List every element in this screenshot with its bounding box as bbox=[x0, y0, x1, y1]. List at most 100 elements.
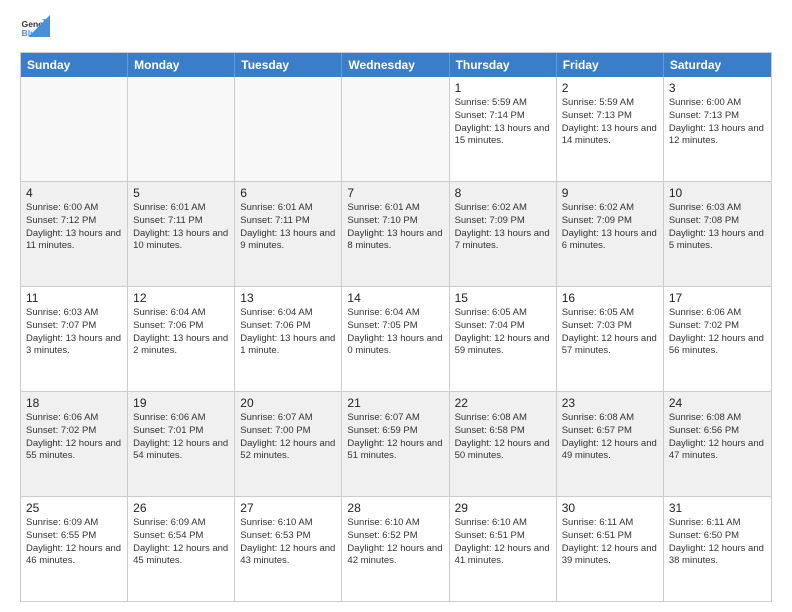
day-number: 6 bbox=[240, 186, 336, 200]
cal-day-16: 16 Sunrise: 6:05 AM Sunset: 7:03 PM Dayli… bbox=[557, 287, 664, 391]
day-number: 25 bbox=[26, 501, 122, 515]
logo-triangle-icon bbox=[28, 15, 50, 37]
day-info: Sunrise: 6:03 AM Sunset: 7:08 PM Dayligh… bbox=[669, 202, 766, 253]
day-info: Sunrise: 6:06 AM Sunset: 7:01 PM Dayligh… bbox=[133, 412, 229, 463]
day-info: Sunrise: 6:01 AM Sunset: 7:10 PM Dayligh… bbox=[347, 202, 443, 253]
cal-day-empty-0-1 bbox=[128, 77, 235, 181]
calendar-row-2: 11Sunrise: 6:03 AM Sunset: 7:07 PM Dayli… bbox=[21, 286, 771, 391]
cal-day-5: 5 Sunrise: 6:01 AM Sunset: 7:11 PM Daylig… bbox=[128, 182, 235, 286]
cal-day-8: 8 Sunrise: 6:02 AM Sunset: 7:09 PM Daylig… bbox=[450, 182, 557, 286]
day-number: 2 bbox=[562, 81, 658, 95]
day-info: Sunrise: 6:08 AM Sunset: 6:57 PM Dayligh… bbox=[562, 412, 658, 463]
weekday-header-thursday: Thursday bbox=[450, 53, 557, 77]
day-number: 16 bbox=[562, 291, 658, 305]
cal-day-19: 19Sunrise: 6:06 AM Sunset: 7:01 PM Dayli… bbox=[128, 392, 235, 496]
cal-day-10: 10 Sunrise: 6:03 AM Sunset: 7:08 PM Dayli… bbox=[664, 182, 771, 286]
cal-day-7: 7 Sunrise: 6:01 AM Sunset: 7:10 PM Daylig… bbox=[342, 182, 449, 286]
day-info: Sunrise: 6:01 AM Sunset: 7:11 PM Dayligh… bbox=[240, 202, 336, 253]
day-number: 10 bbox=[669, 186, 766, 200]
day-info: Sunrise: 6:11 AM Sunset: 6:50 PM Dayligh… bbox=[669, 517, 766, 568]
cal-day-13: 13 Sunrise: 6:04 AM Sunset: 7:06 PM Dayli… bbox=[235, 287, 342, 391]
logo: General Blue bbox=[20, 16, 50, 44]
calendar: SundayMondayTuesdayWednesdayThursdayFrid… bbox=[20, 52, 772, 602]
day-info: Sunrise: 6:10 AM Sunset: 6:53 PM Dayligh… bbox=[240, 517, 336, 568]
day-info: Sunrise: 6:00 AM Sunset: 7:12 PM Dayligh… bbox=[26, 202, 122, 253]
day-info: Sunrise: 6:08 AM Sunset: 6:56 PM Dayligh… bbox=[669, 412, 766, 463]
day-number: 17 bbox=[669, 291, 766, 305]
day-info: Sunrise: 6:05 AM Sunset: 7:04 PM Dayligh… bbox=[455, 307, 551, 358]
day-number: 14 bbox=[347, 291, 443, 305]
day-number: 20 bbox=[240, 396, 336, 410]
day-info: Sunrise: 6:04 AM Sunset: 7:06 PM Dayligh… bbox=[240, 307, 336, 358]
cal-day-12: 12 Sunrise: 6:04 AM Sunset: 7:06 PM Dayli… bbox=[128, 287, 235, 391]
weekday-header-friday: Friday bbox=[557, 53, 664, 77]
day-number: 21 bbox=[347, 396, 443, 410]
day-number: 12 bbox=[133, 291, 229, 305]
day-number: 1 bbox=[455, 81, 551, 95]
cal-day-empty-0-2 bbox=[235, 77, 342, 181]
calendar-row-3: 18Sunrise: 6:06 AM Sunset: 7:02 PM Dayli… bbox=[21, 391, 771, 496]
day-info: Sunrise: 6:02 AM Sunset: 7:09 PM Dayligh… bbox=[455, 202, 551, 253]
cal-day-4: 4 Sunrise: 6:00 AM Sunset: 7:12 PM Daylig… bbox=[21, 182, 128, 286]
calendar-header: SundayMondayTuesdayWednesdayThursdayFrid… bbox=[21, 53, 771, 77]
day-number: 30 bbox=[562, 501, 658, 515]
calendar-row-4: 25 Sunrise: 6:09 AM Sunset: 6:55 PM Dayli… bbox=[21, 496, 771, 601]
calendar-body: 1 Sunrise: 5:59 AM Sunset: 7:14 PM Daylig… bbox=[21, 77, 771, 601]
day-info: Sunrise: 6:07 AM Sunset: 6:59 PM Dayligh… bbox=[347, 412, 443, 463]
cal-day-24: 24 Sunrise: 6:08 AM Sunset: 6:56 PM Dayli… bbox=[664, 392, 771, 496]
cal-day-23: 23 Sunrise: 6:08 AM Sunset: 6:57 PM Dayli… bbox=[557, 392, 664, 496]
cal-day-1: 1 Sunrise: 5:59 AM Sunset: 7:14 PM Daylig… bbox=[450, 77, 557, 181]
day-info: Sunrise: 6:01 AM Sunset: 7:11 PM Dayligh… bbox=[133, 202, 229, 253]
day-info: Sunrise: 6:09 AM Sunset: 6:54 PM Dayligh… bbox=[133, 517, 229, 568]
cal-day-28: 28 Sunrise: 6:10 AM Sunset: 6:52 PM Dayli… bbox=[342, 497, 449, 601]
day-number: 29 bbox=[455, 501, 551, 515]
cal-day-25: 25 Sunrise: 6:09 AM Sunset: 6:55 PM Dayli… bbox=[21, 497, 128, 601]
day-number: 22 bbox=[455, 396, 551, 410]
cal-day-empty-0-3 bbox=[342, 77, 449, 181]
weekday-header-tuesday: Tuesday bbox=[235, 53, 342, 77]
cal-day-26: 26Sunrise: 6:09 AM Sunset: 6:54 PM Dayli… bbox=[128, 497, 235, 601]
weekday-header-monday: Monday bbox=[128, 53, 235, 77]
cal-day-14: 14Sunrise: 6:04 AM Sunset: 7:05 PM Dayli… bbox=[342, 287, 449, 391]
day-info: Sunrise: 6:06 AM Sunset: 7:02 PM Dayligh… bbox=[669, 307, 766, 358]
day-info: Sunrise: 5:59 AM Sunset: 7:13 PM Dayligh… bbox=[562, 97, 658, 148]
day-number: 4 bbox=[26, 186, 122, 200]
day-number: 7 bbox=[347, 186, 443, 200]
day-info: Sunrise: 6:10 AM Sunset: 6:52 PM Dayligh… bbox=[347, 517, 443, 568]
day-info: Sunrise: 6:02 AM Sunset: 7:09 PM Dayligh… bbox=[562, 202, 658, 253]
calendar-row-0: 1 Sunrise: 5:59 AM Sunset: 7:14 PM Daylig… bbox=[21, 77, 771, 181]
day-number: 3 bbox=[669, 81, 766, 95]
cal-day-empty-0-0 bbox=[21, 77, 128, 181]
day-info: Sunrise: 6:10 AM Sunset: 6:51 PM Dayligh… bbox=[455, 517, 551, 568]
header: General Blue bbox=[20, 16, 772, 44]
day-info: Sunrise: 5:59 AM Sunset: 7:14 PM Dayligh… bbox=[455, 97, 551, 148]
day-number: 28 bbox=[347, 501, 443, 515]
cal-day-17: 17 Sunrise: 6:06 AM Sunset: 7:02 PM Dayli… bbox=[664, 287, 771, 391]
day-info: Sunrise: 6:03 AM Sunset: 7:07 PM Dayligh… bbox=[26, 307, 122, 358]
calendar-row-1: 4 Sunrise: 6:00 AM Sunset: 7:12 PM Daylig… bbox=[21, 181, 771, 286]
day-number: 24 bbox=[669, 396, 766, 410]
cal-day-29: 29 Sunrise: 6:10 AM Sunset: 6:51 PM Dayli… bbox=[450, 497, 557, 601]
day-info: Sunrise: 6:07 AM Sunset: 7:00 PM Dayligh… bbox=[240, 412, 336, 463]
page: General Blue SundayMondayTuesdayWednesda… bbox=[0, 0, 792, 612]
day-info: Sunrise: 6:00 AM Sunset: 7:13 PM Dayligh… bbox=[669, 97, 766, 148]
day-info: Sunrise: 6:05 AM Sunset: 7:03 PM Dayligh… bbox=[562, 307, 658, 358]
day-info: Sunrise: 6:09 AM Sunset: 6:55 PM Dayligh… bbox=[26, 517, 122, 568]
day-number: 13 bbox=[240, 291, 336, 305]
cal-day-21: 21 Sunrise: 6:07 AM Sunset: 6:59 PM Dayli… bbox=[342, 392, 449, 496]
day-number: 8 bbox=[455, 186, 551, 200]
cal-day-3: 3 Sunrise: 6:00 AM Sunset: 7:13 PM Daylig… bbox=[664, 77, 771, 181]
cal-day-22: 22Sunrise: 6:08 AM Sunset: 6:58 PM Dayli… bbox=[450, 392, 557, 496]
day-number: 31 bbox=[669, 501, 766, 515]
weekday-header-wednesday: Wednesday bbox=[342, 53, 449, 77]
cal-day-30: 30Sunrise: 6:11 AM Sunset: 6:51 PM Dayli… bbox=[557, 497, 664, 601]
cal-day-27: 27Sunrise: 6:10 AM Sunset: 6:53 PM Dayli… bbox=[235, 497, 342, 601]
cal-day-31: 31 Sunrise: 6:11 AM Sunset: 6:50 PM Dayli… bbox=[664, 497, 771, 601]
day-number: 5 bbox=[133, 186, 229, 200]
cal-day-20: 20 Sunrise: 6:07 AM Sunset: 7:00 PM Dayli… bbox=[235, 392, 342, 496]
cal-day-11: 11Sunrise: 6:03 AM Sunset: 7:07 PM Dayli… bbox=[21, 287, 128, 391]
day-info: Sunrise: 6:06 AM Sunset: 7:02 PM Dayligh… bbox=[26, 412, 122, 463]
day-number: 23 bbox=[562, 396, 658, 410]
day-number: 9 bbox=[562, 186, 658, 200]
day-info: Sunrise: 6:04 AM Sunset: 7:06 PM Dayligh… bbox=[133, 307, 229, 358]
